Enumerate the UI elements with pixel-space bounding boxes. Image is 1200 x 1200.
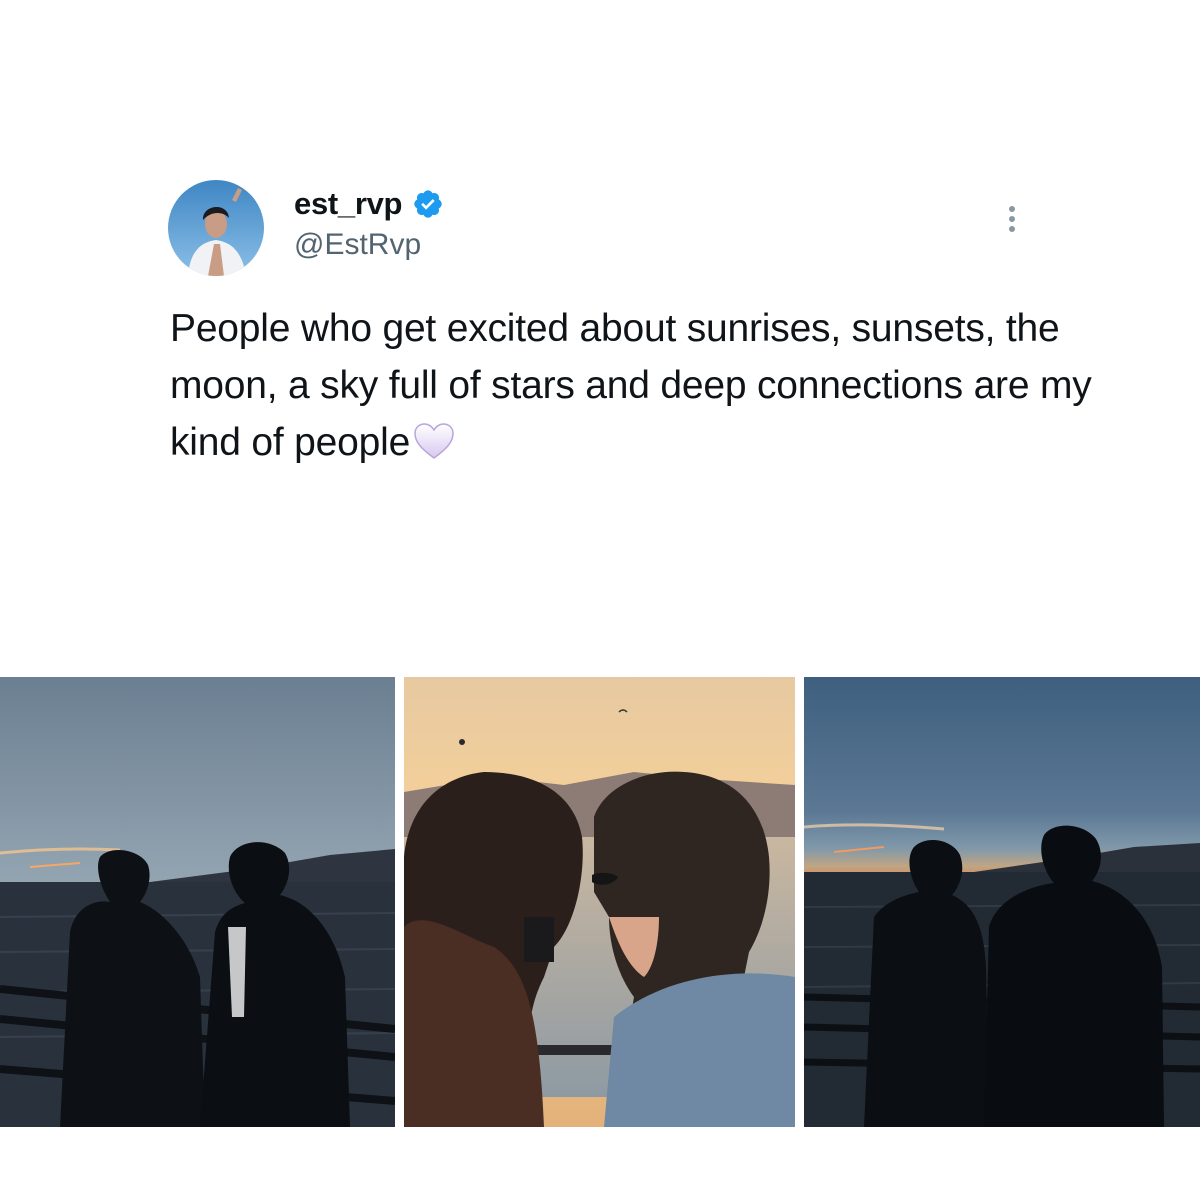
sunset-pier-photo-icon xyxy=(0,677,395,1127)
media-photo-1[interactable] xyxy=(0,677,395,1127)
avatar-photo-icon xyxy=(168,180,264,276)
more-options-button[interactable] xyxy=(1000,198,1026,238)
media-photo-2[interactable] xyxy=(404,677,795,1127)
white-heart-icon xyxy=(414,423,454,459)
media-photo-3[interactable] xyxy=(804,677,1200,1127)
sunset-closeup-photo-icon xyxy=(404,677,795,1127)
tweet-text: People who get excited about sunrises, s… xyxy=(170,307,1092,464)
dusk-pier-photo-icon xyxy=(804,677,1200,1127)
tweet-text-block: People who get excited about sunrises, s… xyxy=(170,300,1110,477)
more-vertical-icon xyxy=(1009,206,1015,212)
media-gallery xyxy=(0,677,1200,1127)
handle[interactable]: @EstRvp xyxy=(294,228,421,262)
more-vertical-icon-dot xyxy=(1009,216,1015,222)
white-heart-emoji: 🤍 xyxy=(412,420,456,477)
display-name[interactable]: est_rvp xyxy=(294,186,402,222)
author-name-row: est_rvp xyxy=(294,184,444,224)
avatar[interactable] xyxy=(168,180,264,276)
verified-badge-icon xyxy=(414,190,442,218)
more-vertical-icon-dot xyxy=(1009,226,1015,232)
tweet-card: est_rvp @EstRvp People who get excited a… xyxy=(0,0,1200,660)
